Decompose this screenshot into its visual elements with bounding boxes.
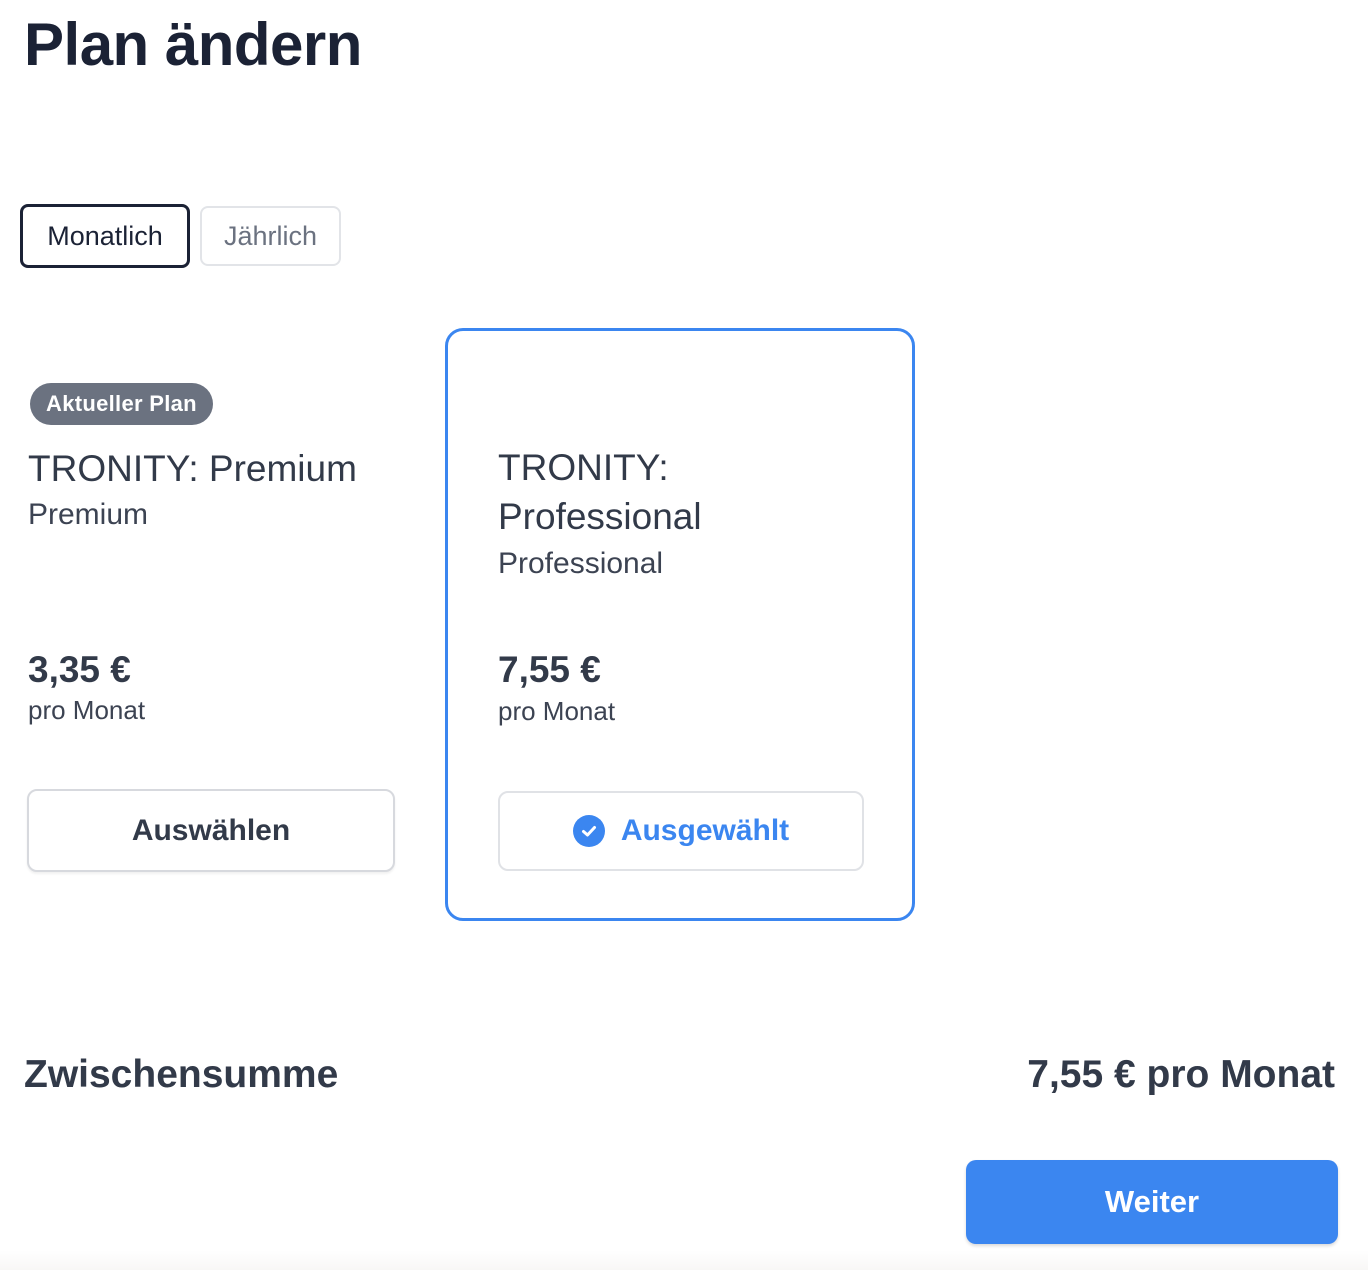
plan-period: pro Monat (498, 696, 616, 726)
next-button[interactable]: Weiter (966, 1160, 1338, 1244)
bottom-fade (0, 1250, 1368, 1270)
change-plan-page: Plan ändern Monatlich Jährlich Aktueller… (0, 0, 1368, 1270)
current-plan-badge: Aktueller Plan (30, 383, 213, 425)
plan-name: TRONITY: Premium (28, 448, 357, 489)
plan-subtitle: Premium (28, 498, 149, 531)
plan-name: TRONITY: Professional (498, 447, 702, 537)
toggle-monthly[interactable]: Monatlich (20, 204, 190, 268)
page-title: Plan ändern (24, 11, 362, 78)
plan-subtitle: Professional (498, 547, 664, 580)
billing-period-toggle: Monatlich Jährlich (20, 204, 341, 268)
plan-period: pro Monat (28, 695, 146, 725)
selected-label: Ausgewählt (620, 814, 790, 847)
select-plan-button[interactable]: Auswählen (27, 789, 395, 872)
plan-card-premium: Aktueller Plan TRONITY: Premium Premium … (0, 328, 470, 921)
plan-card-professional[interactable]: TRONITY: Professional Professional 7,55 … (445, 328, 915, 921)
subtotal-label: Zwischensumme (24, 1053, 339, 1096)
selected-plan-button[interactable]: Ausgewählt (498, 791, 864, 871)
plan-price: 3,35 € (28, 649, 131, 690)
toggle-yearly[interactable]: Jährlich (200, 206, 341, 266)
subtotal-value: 7,55 € pro Monat (1027, 1053, 1335, 1096)
check-circle-icon (572, 815, 605, 847)
plan-price: 7,55 € (498, 649, 601, 690)
